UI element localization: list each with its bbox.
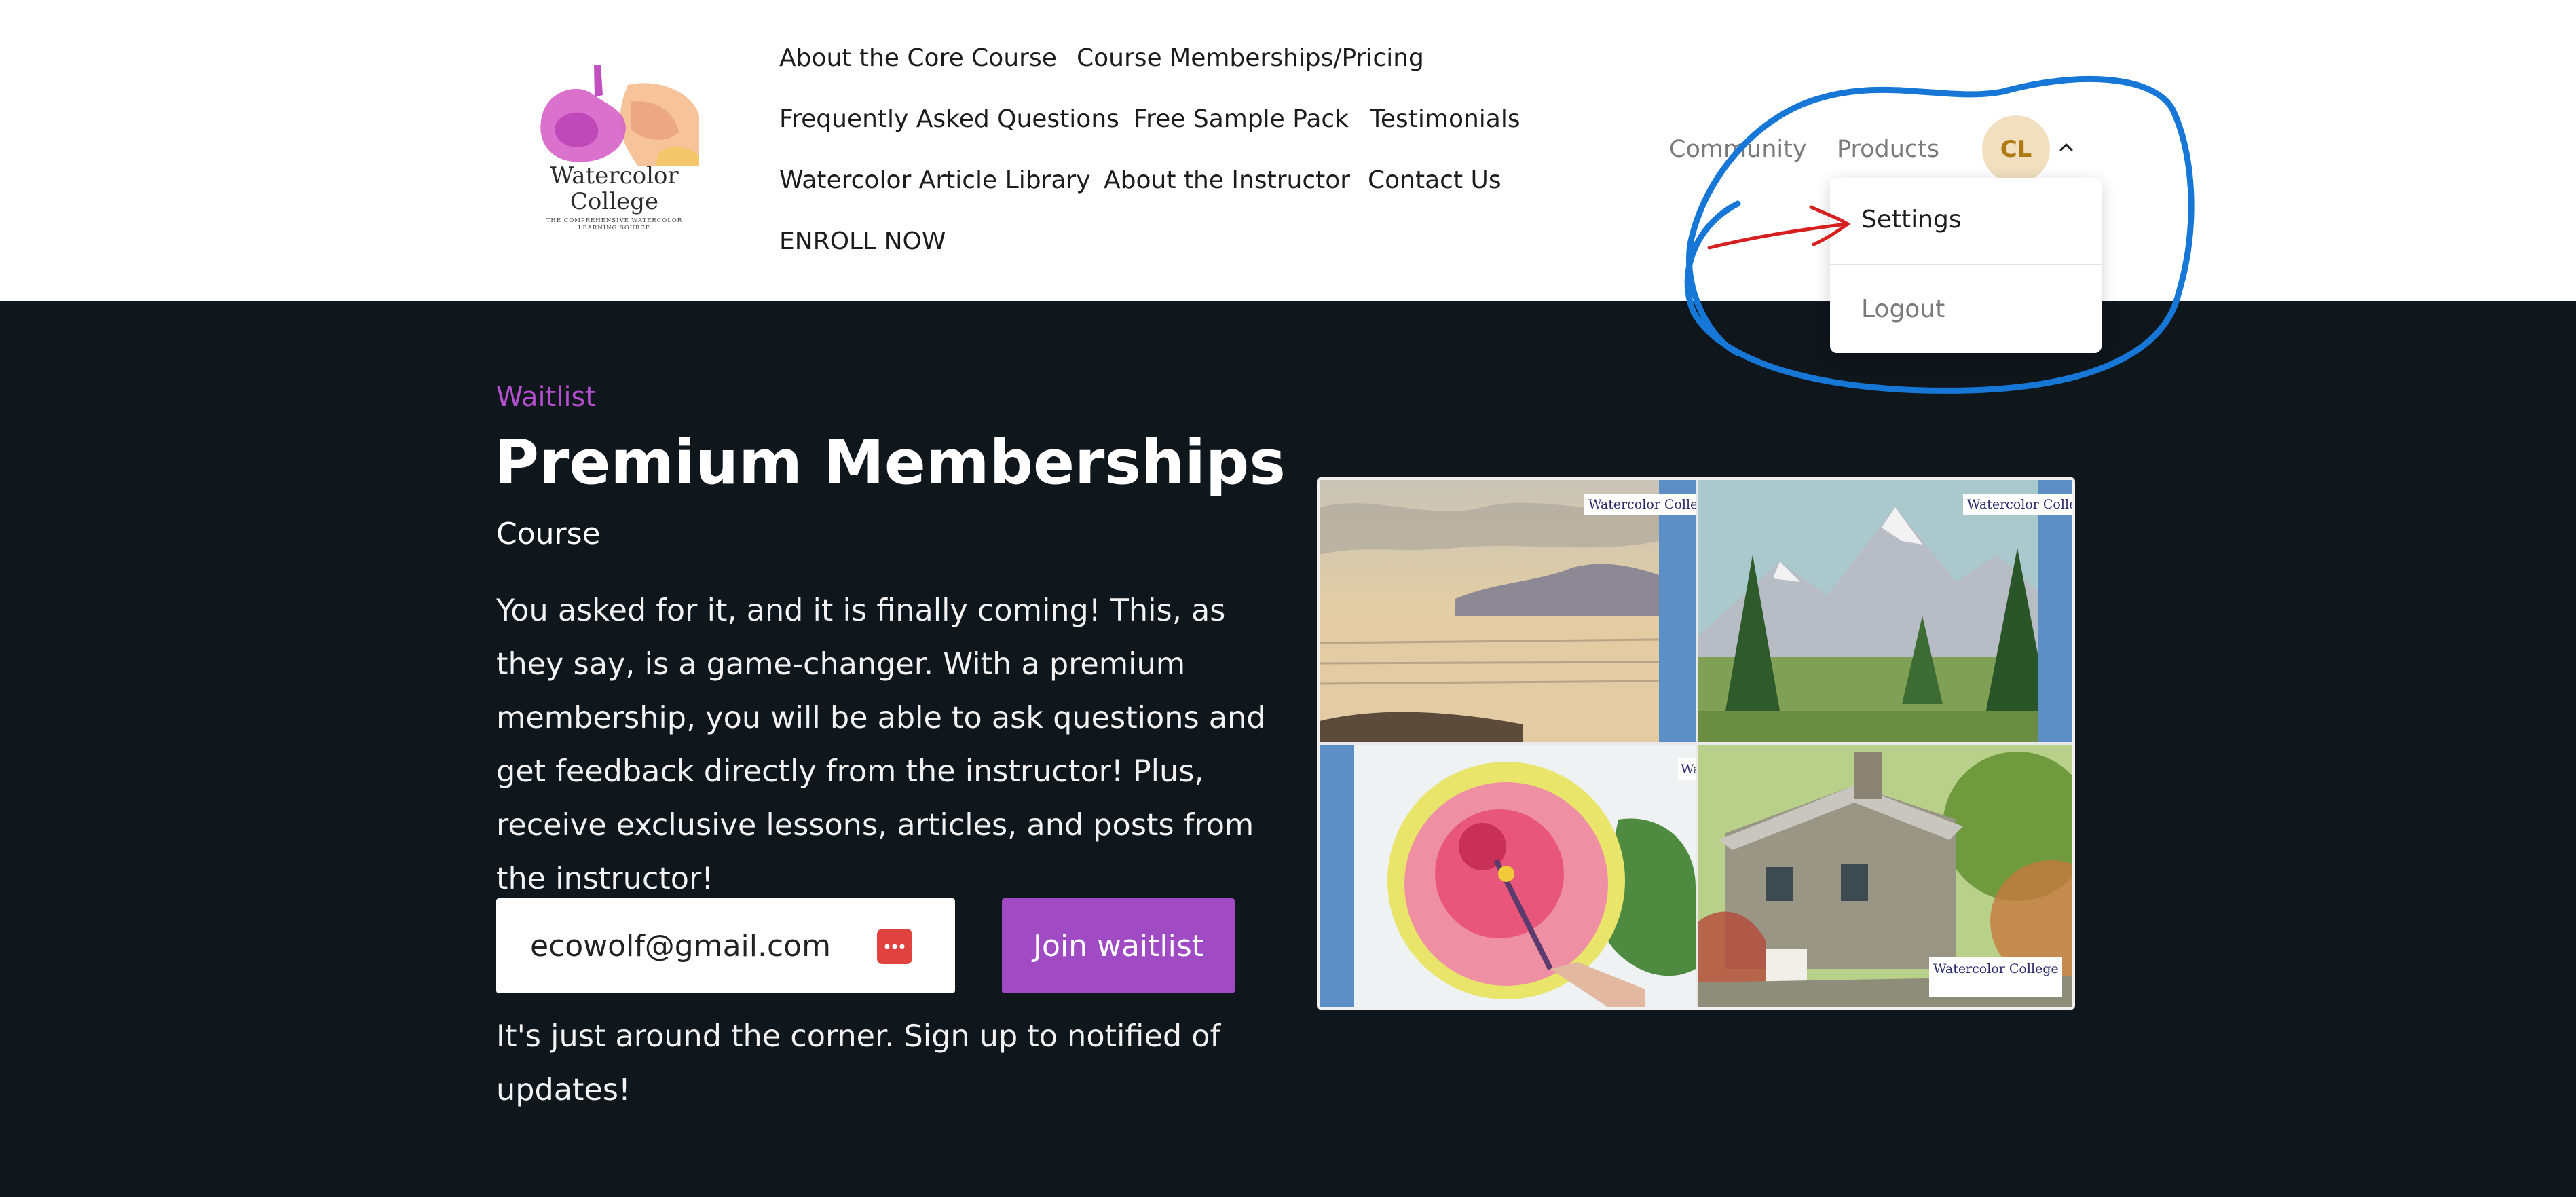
waitlist-eyebrow: Waitlist [496,382,597,413]
course-subtitle: Course [496,517,601,551]
watermark-partial: Wa [1678,758,1696,780]
logo-tagline: THE COMPREHENSIVE WATERCOLOR LEARNING SO… [546,217,683,232]
user-menu-dropdown: Settings Logout [1830,178,2102,353]
nav-course-memberships-pricing[interactable]: Course Memberships/Pricing [1077,43,1424,73]
menu-item-settings[interactable]: Settings [1861,205,1962,235]
watermark: Watercolor College [1929,957,2062,997]
chevron-up-icon[interactable] [2058,139,2074,155]
nav-enroll-now[interactable]: ENROLL NOW [779,227,946,257]
join-waitlist-button[interactable]: Join waitlist [1002,898,1235,993]
stone-cottage-painting: Watercolor College [1698,745,2072,1007]
page-title: Premium Memberships [494,427,1286,498]
watercolor-splash-logo-icon [529,65,699,166]
nav-community[interactable]: Community [1669,134,1807,164]
site-header: Watercolor College THE COMPREHENSIVE WATE… [0,0,2576,301]
signup-note: It's just around the corner. Sign up to … [496,1019,1221,1107]
hibiscus-painting: Wa [1320,745,1696,1007]
nav-free-sample-pack[interactable]: Free Sample Pack [1134,105,1349,134]
nav-watercolor-article-library[interactable]: Watercolor Article Library [779,166,1091,196]
lake-landscape-painting: Watercolor College [1320,480,1696,742]
nav-faq[interactable]: Frequently Asked Questions [779,105,1119,134]
nav-testimonials[interactable]: Testimonials [1370,105,1520,134]
watermark: Watercolor College [1963,494,2072,515]
course-preview-gallery: Watercolor College Watercolor College [1317,477,2075,1010]
user-avatar[interactable]: CL [1982,115,2050,183]
nav-products[interactable]: Products [1837,134,1939,164]
hero-description: You asked for it, and it is finally comi… [496,593,1266,896]
mountain-forest-painting: Watercolor College [1698,480,2072,742]
nav-contact-us[interactable]: Contact Us [1368,166,1501,196]
nav-about-core-course[interactable]: About the Core Course [779,43,1057,73]
watermark: Watercolor College [1584,494,1696,515]
password-manager-icon[interactable] [877,929,912,964]
logo-name: Watercolor College [550,162,679,215]
menu-item-logout[interactable]: Logout [1861,295,1945,325]
site-logo[interactable]: Watercolor College THE COMPREHENSIVE WATE… [529,65,699,238]
menu-divider [1830,264,2102,265]
nav-about-instructor[interactable]: About the Instructor [1104,166,1350,196]
